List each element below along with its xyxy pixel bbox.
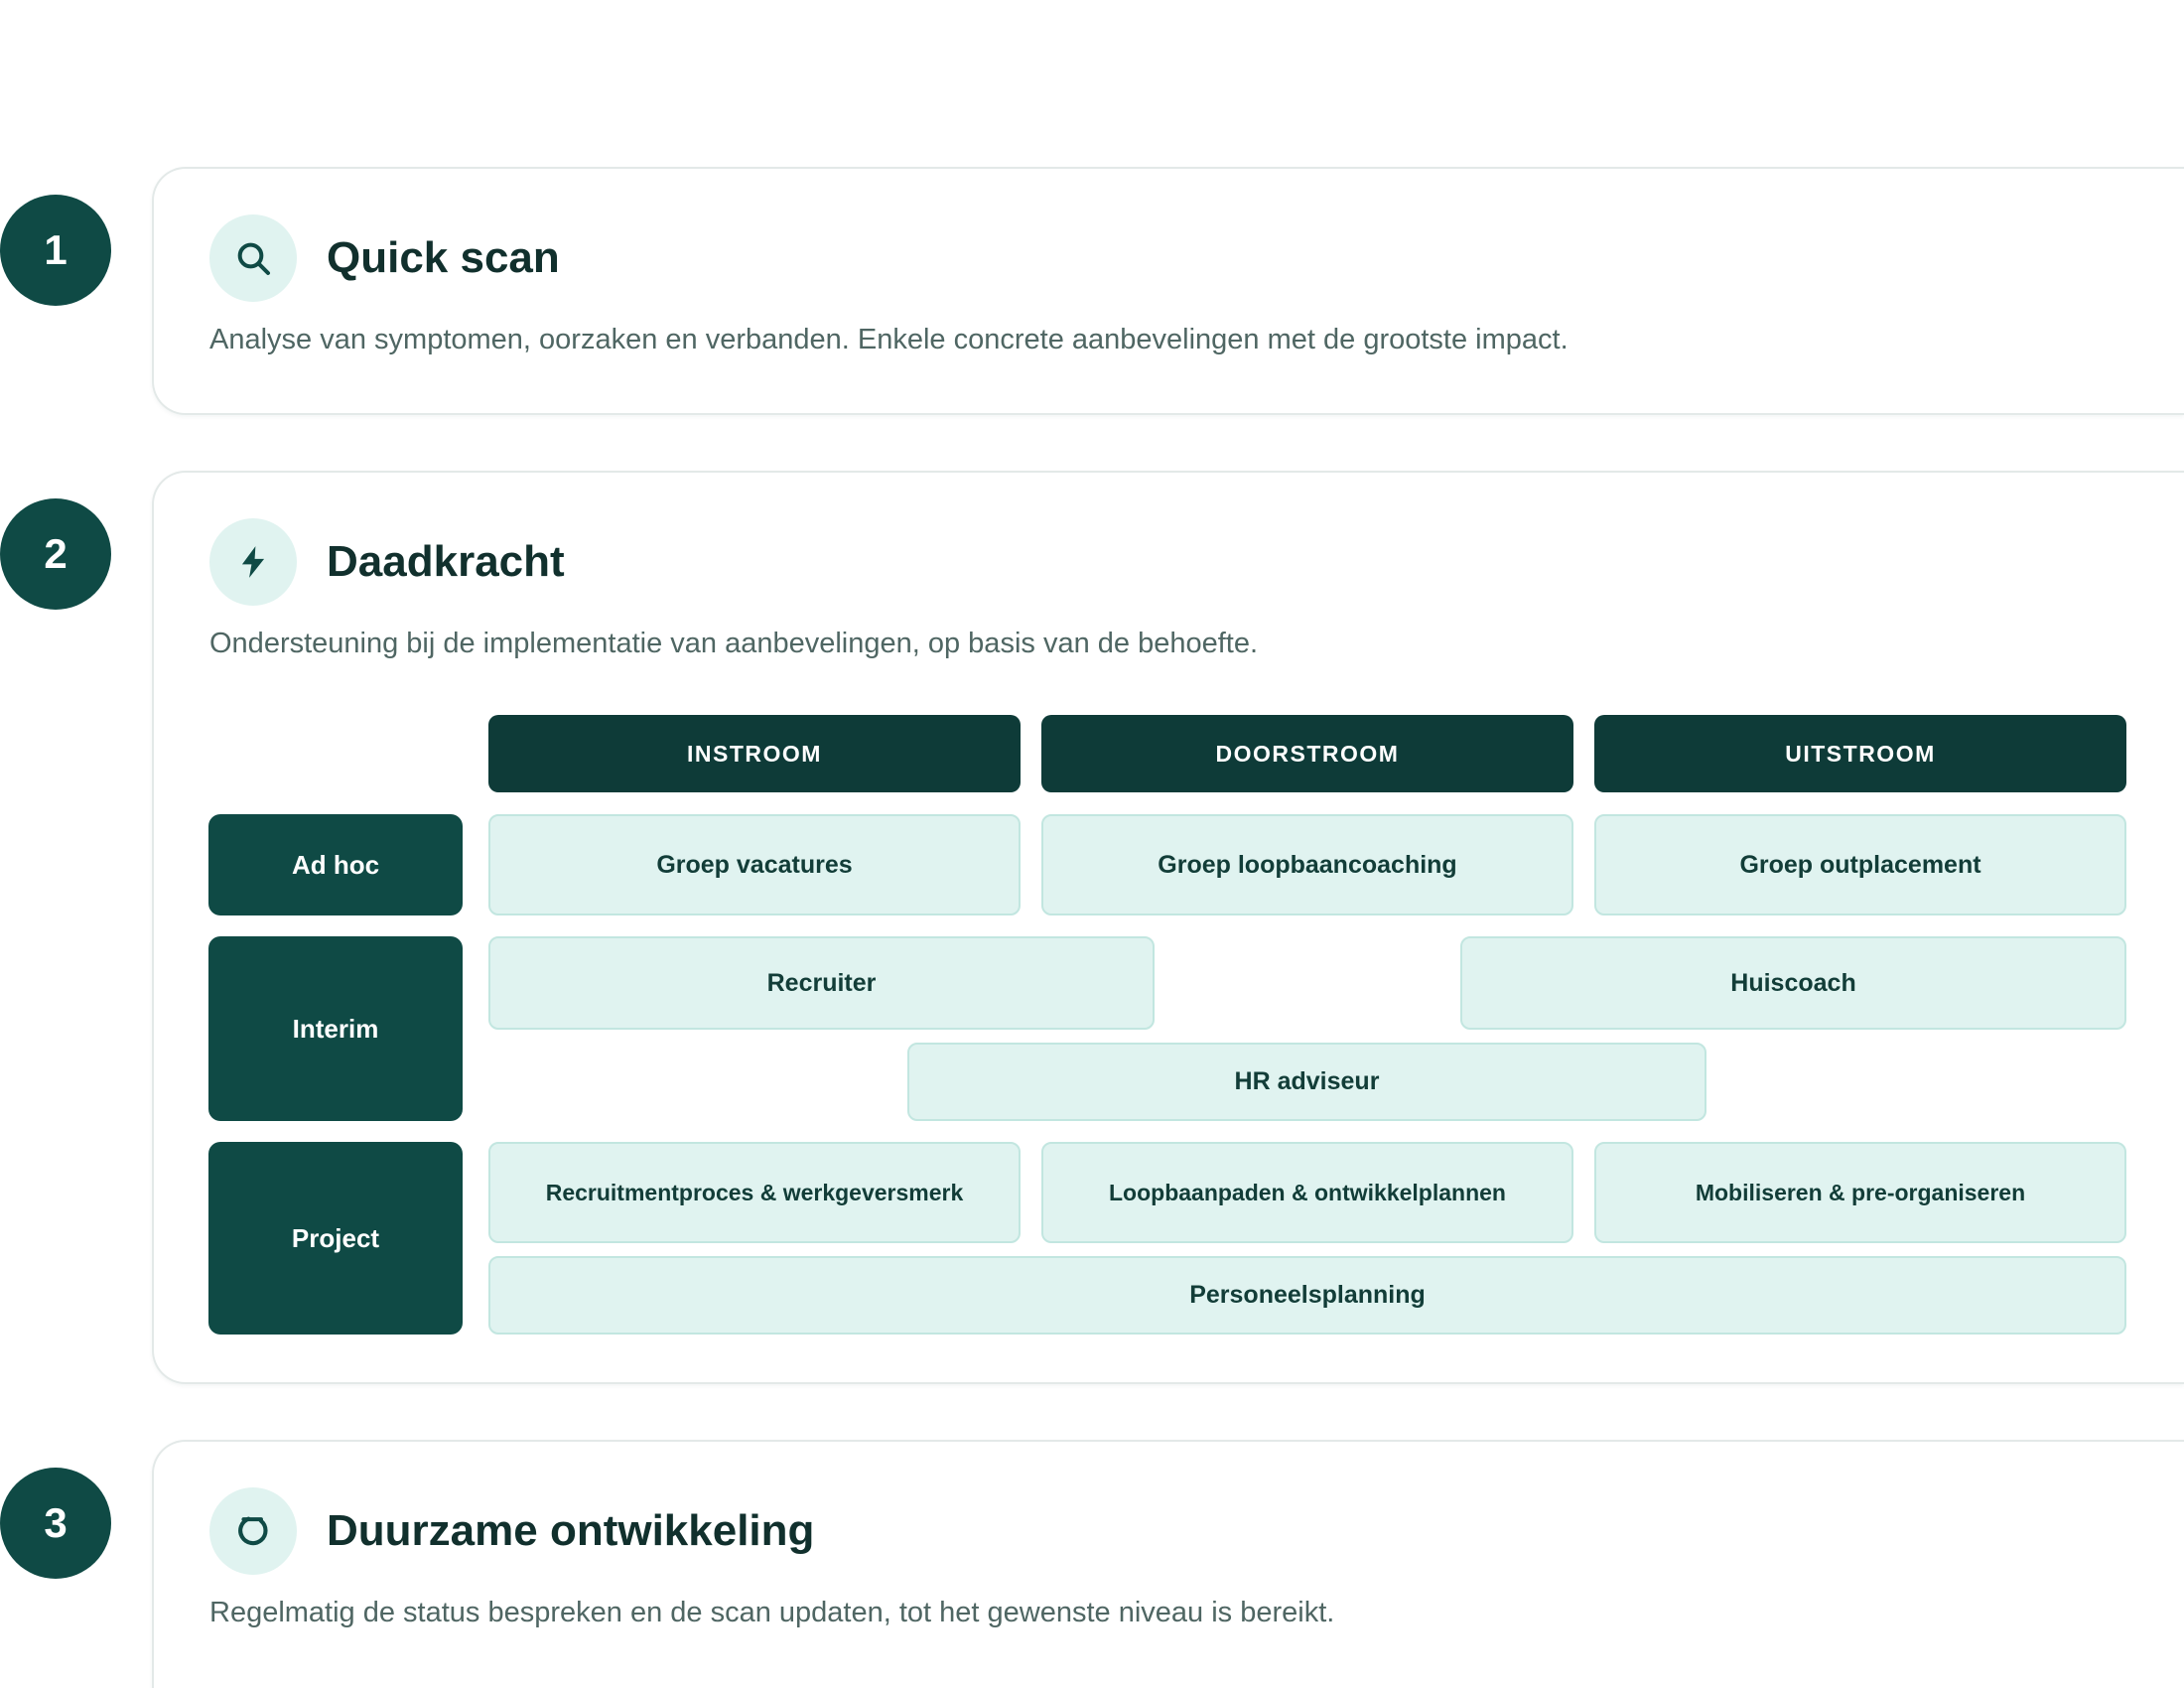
step-card-quick-scan: Quick scan Analyse van symptomen, oorzak…: [152, 167, 2184, 415]
row-header-interim: Interim: [208, 936, 463, 1121]
step-card-duurzame-ontwikkeling: Duurzame ontwikkeling Regelmatig de stat…: [152, 1440, 2184, 1688]
step-description: Ondersteuning bij de implementatie van a…: [209, 628, 1259, 659]
step-description: Regelmatig de status bespreken en de sca…: [209, 1597, 1335, 1628]
step-number-2: 2: [0, 498, 111, 610]
service-box-personeelsplanning[interactable]: Personeelsplanning: [488, 1256, 2126, 1335]
row-header-ad-hoc: Ad hoc: [208, 814, 463, 915]
search-icon: [209, 214, 297, 302]
service-box-huiscoach[interactable]: Huiscoach: [1460, 936, 2126, 1030]
step-title: Quick scan: [327, 233, 560, 282]
column-header-instroom: INSTROOM: [488, 715, 1021, 792]
step-title: Daadkracht: [327, 537, 565, 586]
cycle-icon: [209, 1487, 297, 1575]
step-title: Duurzame ontwikkeling: [327, 1506, 815, 1555]
service-box-groep-loopbaancoaching[interactable]: Groep loopbaancoaching: [1041, 814, 1573, 915]
service-box-loopbaanpaden[interactable]: Loopbaanpaden & ontwikkelplannen: [1041, 1142, 1573, 1243]
service-box-groep-outplacement[interactable]: Groep outplacement: [1594, 814, 2126, 915]
service-box-recruitmentproces[interactable]: Recruitmentproces & werkgeversmerk: [488, 1142, 1021, 1243]
lightning-icon: [209, 518, 297, 606]
service-box-mobiliseren[interactable]: Mobiliseren & pre-organiseren: [1594, 1142, 2126, 1243]
row-header-project: Project: [208, 1142, 463, 1335]
step-number-3: 3: [0, 1468, 111, 1579]
column-header-uitstroom: UITSTROOM: [1594, 715, 2126, 792]
step-number-1: 1: [0, 195, 111, 306]
service-box-groep-vacatures[interactable]: Groep vacatures: [488, 814, 1021, 915]
service-box-hr-adviseur[interactable]: HR adviseur: [907, 1043, 1706, 1121]
column-header-doorstroom: DOORSTROOM: [1041, 715, 1573, 792]
service-box-recruiter[interactable]: Recruiter: [488, 936, 1155, 1030]
step-description: Analyse van symptomen, oorzaken en verba…: [209, 324, 1569, 355]
